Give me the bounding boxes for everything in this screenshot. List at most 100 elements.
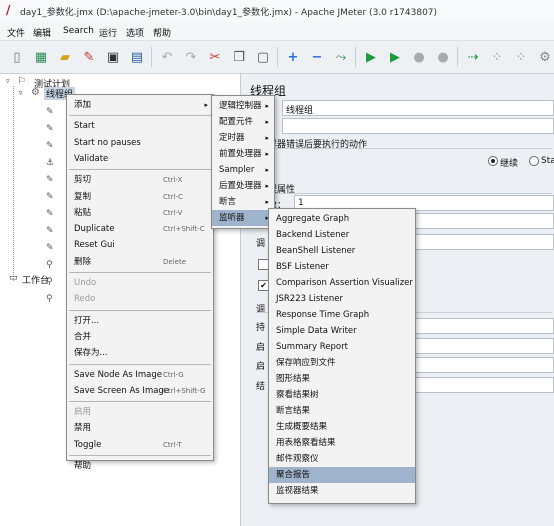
remote-shutdown-icon[interactable]: ⁘ <box>510 46 532 68</box>
menu-help[interactable]: 帮助 <box>153 26 171 39</box>
menu-item-label: Summary Report <box>276 342 348 352</box>
listener-menu-aggregate-graph[interactable]: Aggregate Graph <box>269 211 415 227</box>
ctx-menu-item-8[interactable]: 粘贴 Ctrl-V <box>67 205 213 221</box>
ctx-menu-item-16[interactable]: 打开... <box>67 313 213 329</box>
listener-menu-jsr223-listener[interactable]: JSR223 Listener <box>269 291 415 307</box>
start-icon[interactable]: ▶ <box>360 46 382 68</box>
ctx-menu-undo[interactable]: Undo <box>67 275 213 291</box>
listener-menu-summary-report[interactable]: Summary Report <box>269 339 415 355</box>
ctx-menu-redo[interactable]: Redo <box>67 291 213 307</box>
add-menu-item-7[interactable]: 监听器▸ <box>212 210 274 226</box>
save-icon[interactable]: ▣ <box>102 46 124 68</box>
listener-menu-beanshell-listener[interactable]: BeanShell Listener <box>269 243 415 259</box>
ctx-menu-start-no-pauses[interactable]: Start no pauses <box>67 135 213 151</box>
listener-menu-item-10[interactable]: 图形结果 <box>269 371 415 387</box>
listener-menu-item-11[interactable]: 察看结果树 <box>269 387 415 403</box>
close-icon[interactable]: ✎ <box>78 46 100 68</box>
menu-item-label: 逻辑控制器 <box>219 101 262 111</box>
menu-separator <box>69 115 211 117</box>
menu-edit[interactable]: 编辑 <box>33 26 51 39</box>
tree-workbench[interactable]: 工作台 <box>22 273 49 286</box>
listener-menu-response-time-graph[interactable]: Response Time Graph <box>269 307 415 323</box>
clear-icon[interactable]: ⚙ <box>534 46 554 68</box>
add-menu-item-6[interactable]: 断言 ▸ <box>212 194 274 210</box>
menu-options[interactable]: 选项 <box>126 26 144 39</box>
shutdown-icon[interactable]: ● <box>432 46 454 68</box>
tree-expand-icon[interactable]: ▿ <box>19 89 23 97</box>
templates-icon[interactable]: ▦ <box>30 46 52 68</box>
listener-menu-bsf-listener[interactable]: BSF Listener <box>269 259 415 275</box>
ctx-menu-item-6[interactable]: 剪切 Ctrl-X <box>67 172 213 188</box>
paste-icon[interactable]: ▢ <box>252 46 274 68</box>
ctx-menu-item-24[interactable]: 禁用 <box>67 420 213 436</box>
menu-item-shortcut: Ctrl-T <box>163 440 182 449</box>
radio-continue-label: 继续 <box>500 159 519 169</box>
menu-search[interactable]: Search <box>63 26 94 36</box>
add-menu-item-3[interactable]: 前置处理器 ▸ <box>212 146 274 162</box>
save-as-icon[interactable]: ▤ <box>126 46 148 68</box>
listener-menu-simple-data-writer[interactable]: Simple Data Writer <box>269 323 415 339</box>
radio-start-next[interactable] <box>529 156 539 166</box>
menu-item-shortcut: Ctrl-V <box>163 208 183 217</box>
listener-menu-item-13[interactable]: 生成概要结果 <box>269 419 415 435</box>
menu-item-label: 图形结果 <box>276 374 311 384</box>
add-menu-item-0[interactable]: 逻辑控制器 ▸ <box>212 98 274 114</box>
listener-menu-item-15[interactable]: 邮件观察仪 <box>269 451 415 467</box>
menu-item-label: 监视器结果 <box>276 486 319 496</box>
radio-continue[interactable] <box>488 156 498 166</box>
ctx-menu-reset-gui[interactable]: Reset Gui <box>67 237 213 253</box>
ctx-menu-save-node-as-image[interactable]: Save Node As Image Ctrl-G <box>67 367 213 383</box>
menu-item-label: 察看结果树 <box>276 390 319 400</box>
ctx-menu-duplicate[interactable]: Duplicate Ctrl+Shift-C <box>67 221 213 237</box>
menu-item-label: BSF Listener <box>276 262 329 272</box>
menu-file[interactable]: 文件 <box>7 26 25 39</box>
remote-stop-icon[interactable]: ⁘ <box>486 46 508 68</box>
ctx-menu-item-0[interactable]: 添加 ▸ <box>67 97 213 113</box>
ctx-menu-validate[interactable]: Validate <box>67 151 213 167</box>
menu-separator <box>69 455 211 456</box>
add-menu-item-2[interactable]: 定时器 ▸ <box>212 130 274 146</box>
collapse-icon[interactable]: − <box>306 46 328 68</box>
undo-icon[interactable]: ↶ <box>156 46 178 68</box>
ctx-menu-item-18[interactable]: 保存为... <box>67 345 213 361</box>
submenu-arrow-icon: ▸ <box>265 134 269 142</box>
ctx-menu-item-27[interactable]: 帮助 <box>67 458 213 474</box>
copy-icon[interactable]: ❐ <box>228 46 250 68</box>
tree-expand-icon[interactable]: ▿ <box>6 77 14 85</box>
expand-icon[interactable]: + <box>282 46 304 68</box>
ctx-menu-item-23[interactable]: 启用 <box>67 404 213 420</box>
comment-field[interactable] <box>282 118 554 134</box>
redo-icon[interactable]: ↷ <box>180 46 202 68</box>
add-menu-sampler[interactable]: Sampler ▸ <box>212 162 274 178</box>
add-menu-item-5[interactable]: 后置处理器 ▸ <box>212 178 274 194</box>
new-file-icon[interactable]: ▯ <box>6 46 28 68</box>
listener-menu-item-12[interactable]: 断言结果 <box>269 403 415 419</box>
listener-menu-item-9[interactable]: 保存响应到文件 <box>269 355 415 371</box>
ctx-menu-item-17[interactable]: 合并 <box>67 329 213 345</box>
ctx-menu-start[interactable]: Start <box>67 118 213 134</box>
menu-item-label: Reset Gui <box>74 240 115 251</box>
menu-run[interactable]: 运行 <box>99 26 117 39</box>
start-no-pauses-icon[interactable]: ▶ <box>384 46 406 68</box>
misc-label-1: 持 <box>256 323 266 333</box>
remote-start-icon[interactable]: ⇢ <box>462 46 484 68</box>
ctx-menu-item-7[interactable]: 复制 Ctrl-C <box>67 189 213 205</box>
ctx-menu-item-11[interactable]: 删除 Delete <box>67 254 213 270</box>
listener-menu-item-17[interactable]: 监视器结果 <box>269 483 415 499</box>
toggle-icon[interactable]: ⤳ <box>330 46 352 68</box>
listener-menu-backend-listener[interactable]: Backend Listener <box>269 227 415 243</box>
ctx-menu-toggle[interactable]: Toggle Ctrl-T <box>67 437 213 453</box>
misc-label-3: 启 <box>256 362 266 372</box>
ctx-menu-save-screen-as-image[interactable]: Save Screen As Image Ctrl+Shift-G <box>67 383 213 399</box>
listener-menu-item-16[interactable]: 聚合报告 <box>269 467 415 483</box>
listener-menu-comparison-assertion-visualizer[interactable]: Comparison Assertion Visualizer <box>269 275 415 291</box>
open-folder-icon[interactable]: ▰ <box>54 46 76 68</box>
name-field[interactable]: 线程组 <box>282 100 554 116</box>
menu-item-label: Simple Data Writer <box>276 326 357 336</box>
listener-menu-item-14[interactable]: 用表格察看结果 <box>269 435 415 451</box>
stop-icon[interactable]: ● <box>408 46 430 68</box>
cut-icon[interactable]: ✂ <box>204 46 226 68</box>
misc-label-0: 调 <box>256 239 266 249</box>
menu-item-label: JSR223 Listener <box>276 294 343 304</box>
add-menu-item-1[interactable]: 配置元件 ▸ <box>212 114 274 130</box>
